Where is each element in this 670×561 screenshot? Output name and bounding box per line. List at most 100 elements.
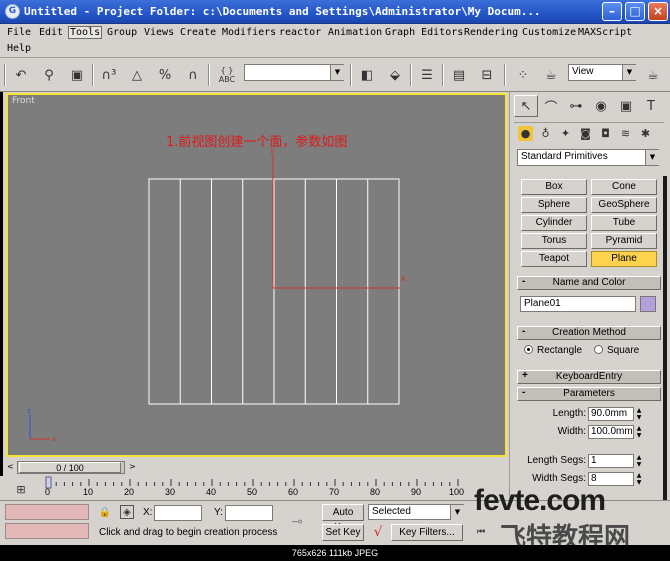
goto-start-icon[interactable]: ⏮ bbox=[472, 523, 490, 541]
plane-button[interactable]: Plane bbox=[591, 251, 657, 267]
lock-icon[interactable]: 🔒 bbox=[98, 505, 112, 519]
length-segs-spinner-arrows[interactable]: ▲ ▼ bbox=[635, 454, 643, 468]
snap-3d-icon[interactable]: ∩³ bbox=[98, 64, 120, 86]
edit-named-selection-icon[interactable]: { } ABC bbox=[216, 64, 238, 86]
y-coord-field[interactable] bbox=[225, 505, 273, 521]
percent-snap-icon[interactable]: % bbox=[154, 64, 176, 86]
utilities-tab[interactable]: T bbox=[639, 95, 663, 117]
object-color-swatch[interactable] bbox=[640, 296, 656, 312]
cylinder-button[interactable]: Cylinder bbox=[521, 215, 587, 231]
menu-file[interactable]: File bbox=[7, 27, 31, 38]
auto-key-button[interactable]: Auto Key bbox=[322, 504, 364, 533]
menu-group[interactable]: Group bbox=[107, 27, 137, 38]
x-coord-field[interactable] bbox=[154, 505, 202, 521]
curve-editor-icon[interactable]: ▤ bbox=[448, 64, 470, 86]
menu-help[interactable]: Help bbox=[7, 43, 31, 54]
length-spinner-arrows[interactable]: ▲ ▼ bbox=[635, 407, 643, 421]
radio-dot bbox=[524, 345, 533, 354]
schematic-view-icon[interactable]: ⊟ bbox=[476, 64, 498, 86]
square-radio[interactable]: Square bbox=[594, 345, 639, 356]
align-icon[interactable]: ⬙ bbox=[384, 64, 406, 86]
bind-space-warp-icon[interactable]: ▣ bbox=[66, 64, 88, 86]
lights-icon[interactable]: ✦ bbox=[558, 126, 573, 141]
space-warps-icon[interactable]: ≋ bbox=[618, 126, 633, 141]
maxscript-mini-listener[interactable] bbox=[5, 523, 89, 539]
render-scene-icon[interactable]: ☕ bbox=[540, 64, 562, 86]
menu-reactor[interactable]: reactor bbox=[279, 27, 321, 38]
title-bar: G Untitled - Project Folder: c:\Document… bbox=[0, 0, 670, 24]
width-spinner[interactable]: 100.0mm bbox=[588, 425, 634, 439]
chevron-down-icon[interactable]: ▼ bbox=[330, 65, 344, 80]
torus-button[interactable]: Torus bbox=[521, 233, 587, 249]
undo-icon[interactable]: ↶ bbox=[10, 64, 32, 86]
primitive-type-dropdown[interactable]: Standard Primitives bbox=[517, 149, 659, 166]
length-spinner[interactable]: 90.0mm bbox=[588, 407, 634, 421]
time-next-button[interactable]: > bbox=[129, 462, 136, 471]
quick-render-icon[interactable]: ☕ bbox=[642, 64, 664, 86]
named-selection-set-dropdown[interactable] bbox=[244, 64, 344, 81]
keyboard-entry-header[interactable]: + KeyboardEntry bbox=[517, 370, 661, 384]
systems-icon[interactable]: ✱ bbox=[638, 126, 653, 141]
menu-maxscript[interactable]: MAXScript bbox=[578, 27, 632, 38]
teapot-button[interactable]: Teapot bbox=[521, 251, 587, 267]
pyramid-button[interactable]: Pyramid bbox=[591, 233, 657, 249]
geometry-icon[interactable]: ● bbox=[518, 126, 533, 141]
close-button[interactable]: × bbox=[648, 2, 668, 21]
time-slider-thumb[interactable]: 0 / 100 bbox=[19, 462, 121, 473]
key-icon[interactable]: ⊸ bbox=[286, 511, 308, 533]
menu-customize[interactable]: Customize bbox=[522, 27, 576, 38]
spinner-snap-icon[interactable]: ∩ bbox=[182, 64, 204, 86]
chevron-down-icon[interactable]: ▼ bbox=[450, 505, 464, 520]
maximize-button[interactable]: □ bbox=[625, 2, 645, 21]
cameras-icon[interactable]: ◙ bbox=[578, 126, 593, 141]
tube-button[interactable]: Tube bbox=[591, 215, 657, 231]
angle-snap-icon[interactable]: △ bbox=[126, 64, 148, 86]
menu-modifiers[interactable]: Modifiers bbox=[222, 27, 276, 38]
square-radio-label: Square bbox=[607, 345, 640, 356]
menu-graph-editors[interactable]: Graph Editors bbox=[385, 27, 463, 38]
chevron-down-icon[interactable]: ▼ bbox=[645, 150, 659, 165]
shapes-icon[interactable]: ♁ bbox=[538, 126, 553, 141]
layer-manager-icon[interactable]: ☰ bbox=[416, 64, 438, 86]
link-icon[interactable]: ⚲ bbox=[38, 64, 60, 86]
create-tab[interactable]: ↖ bbox=[514, 95, 538, 117]
rectangle-radio[interactable]: Rectangle bbox=[524, 345, 582, 356]
name-and-color-header[interactable]: - Name and Color bbox=[517, 276, 661, 290]
minimize-button[interactable]: – bbox=[602, 2, 622, 21]
default-tangent-icon[interactable]: √ bbox=[368, 523, 388, 541]
menu-views[interactable]: Views bbox=[144, 27, 174, 38]
width-segs-spinner-arrows[interactable]: ▲ ▼ bbox=[635, 472, 643, 486]
command-panel-scrollbar[interactable] bbox=[663, 176, 667, 500]
menu-tools[interactable]: Tools bbox=[68, 26, 103, 39]
key-filters-button[interactable]: Key Filters... bbox=[391, 524, 463, 541]
width-spinner-arrows[interactable]: ▲ ▼ bbox=[635, 425, 643, 439]
geosphere-button[interactable]: GeoSphere bbox=[591, 197, 657, 213]
menu-animation[interactable]: Animation bbox=[328, 27, 382, 38]
cone-button[interactable]: Cone bbox=[591, 179, 657, 195]
menu-rendering[interactable]: Rendering bbox=[464, 27, 518, 38]
absolute-mode-icon[interactable]: ◈ bbox=[120, 505, 134, 519]
hierarchy-tab[interactable]: ⊶ bbox=[564, 95, 588, 117]
track-tick-label: 40 bbox=[206, 487, 217, 497]
mini-curve-editor-icon[interactable]: ⊞ bbox=[10, 478, 32, 500]
helpers-icon[interactable]: ◘ bbox=[598, 126, 613, 141]
box-button[interactable]: Box bbox=[521, 179, 587, 195]
mirror-icon[interactable]: ◧ bbox=[356, 64, 378, 86]
object-name-field[interactable]: Plane01 bbox=[520, 296, 636, 312]
display-tab[interactable]: ▣ bbox=[614, 95, 638, 117]
creation-method-header[interactable]: - Creation Method bbox=[517, 326, 661, 340]
material-editor-icon[interactable]: ⁘ bbox=[512, 64, 534, 86]
parameters-header[interactable]: - Parameters bbox=[517, 387, 661, 401]
modify-tab[interactable]: ⌒ bbox=[539, 95, 563, 117]
length-segs-spinner[interactable]: 1 bbox=[588, 454, 634, 468]
sphere-button[interactable]: Sphere bbox=[521, 197, 587, 213]
track-tick-label: 80 bbox=[370, 487, 381, 497]
front-viewport[interactable]: Front 1.前视图创建一个面，参数如图 y x z x bbox=[6, 93, 507, 457]
time-prev-button[interactable]: < bbox=[7, 462, 14, 471]
maxscript-listener-box[interactable] bbox=[5, 504, 89, 520]
menu-edit[interactable]: Edit bbox=[39, 27, 63, 38]
set-key-button[interactable]: Set Key bbox=[322, 524, 364, 541]
motion-tab[interactable]: ◉ bbox=[589, 95, 613, 117]
chevron-down-icon[interactable]: ▼ bbox=[622, 65, 636, 80]
menu-create[interactable]: Create bbox=[180, 27, 216, 38]
